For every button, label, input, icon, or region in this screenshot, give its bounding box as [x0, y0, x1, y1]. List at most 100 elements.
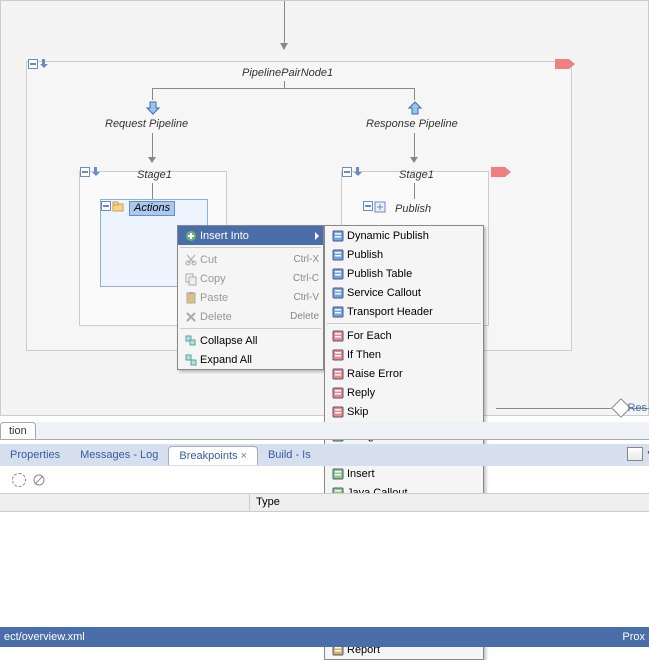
- views-tabbar: Properties Messages - Log Breakpoints× B…: [0, 444, 649, 466]
- transport-header-icon: [329, 305, 347, 319]
- menu-insert-into[interactable]: Insert Into: [178, 226, 323, 245]
- menu-delete[interactable]: Delete Delete: [178, 307, 323, 326]
- publish-label: Publish: [395, 203, 431, 215]
- breakpoints-table-body[interactable]: [0, 512, 649, 627]
- menu-cut[interactable]: Cut Ctrl-X: [178, 250, 323, 269]
- minus-icon: [80, 167, 90, 177]
- status-bar: ect/overview.xml Prox: [0, 627, 649, 647]
- breakpoint-marker-icon[interactable]: [491, 167, 513, 179]
- menu-separator: [180, 247, 321, 248]
- stage-collapse-toggle[interactable]: [342, 167, 363, 177]
- menu-label: Delete: [200, 311, 290, 323]
- menu-copy[interactable]: Copy Ctrl-C: [178, 269, 323, 288]
- menu-accel: Ctrl-C: [293, 273, 319, 284]
- response-arrow-up-icon: [408, 101, 422, 115]
- submenu-dynamic-publish[interactable]: Dynamic Publish: [325, 226, 483, 245]
- submenu-raise-error[interactable]: Raise Error: [325, 364, 483, 383]
- breakpoint-marker-icon[interactable]: [555, 59, 577, 71]
- minus-icon: [342, 167, 352, 177]
- arrow-down-icon: [410, 157, 418, 163]
- menu-separator: [180, 328, 321, 329]
- connector-line: [152, 88, 414, 89]
- reply-icon: [329, 386, 347, 400]
- submenu-label: Skip: [347, 406, 479, 418]
- submenu-service-callout[interactable]: Service Callout: [325, 283, 483, 302]
- status-right: Prox: [622, 631, 645, 643]
- submenu-transport-header[interactable]: Transport Header: [325, 302, 483, 321]
- publish-icon: [329, 248, 347, 262]
- menu-accel: Ctrl-V: [293, 292, 319, 303]
- submenu-label: For Each: [347, 330, 479, 342]
- close-icon[interactable]: ×: [241, 450, 247, 462]
- submenu-for-each[interactable]: For Each: [325, 326, 483, 345]
- reset-link[interactable]: Res: [627, 402, 647, 414]
- service-callout-icon: [329, 286, 347, 300]
- delete-icon: [182, 310, 200, 324]
- submenu-label: Publish: [347, 249, 479, 261]
- submenu-label: Publish Table: [347, 268, 479, 280]
- copy-icon: [182, 272, 200, 286]
- submenu-publish[interactable]: Publish: [325, 245, 483, 264]
- insert-into-icon: [182, 229, 200, 243]
- actions-collapse-toggle[interactable]: [101, 201, 124, 213]
- submenu-label: Dynamic Publish: [347, 230, 479, 242]
- minus-icon: [101, 201, 111, 211]
- actions-label-selected[interactable]: Actions: [129, 201, 175, 216]
- connector-line: [152, 183, 153, 199]
- response-pipeline-label: Response Pipeline: [366, 118, 458, 130]
- connector-line: [284, 81, 285, 88]
- menu-collapse-all[interactable]: Collapse All: [178, 331, 323, 350]
- submenu-skip[interactable]: Skip: [325, 402, 483, 421]
- menu-paste[interactable]: Paste Ctrl-V: [178, 288, 323, 307]
- breakpoints-toolbar: [0, 466, 649, 494]
- expand-all-icon: [182, 353, 200, 367]
- stage-collapse-toggle[interactable]: [80, 167, 101, 177]
- submenu-label: Service Callout: [347, 287, 479, 299]
- publish-table-icon: [329, 267, 347, 281]
- arrow-down-icon: [148, 157, 156, 163]
- paste-icon: [182, 291, 200, 305]
- col-type[interactable]: Type: [250, 494, 649, 511]
- menu-label: Cut: [200, 254, 293, 266]
- arrow-down-icon: [91, 167, 101, 177]
- breakpoints-table-header: Type: [0, 494, 649, 512]
- connector-line: [414, 88, 415, 100]
- col-blank[interactable]: [0, 494, 250, 511]
- submenu-publish-table[interactable]: Publish Table: [325, 264, 483, 283]
- submenu-label: Transport Header: [347, 306, 479, 318]
- publish-icon: [374, 201, 386, 213]
- request-pipeline-label: Request Pipeline: [105, 118, 188, 130]
- status-path: ect/overview.xml: [4, 631, 85, 643]
- tab-messages-log[interactable]: Messages - Log: [70, 446, 168, 464]
- tab-build[interactable]: Build - Is: [258, 446, 321, 464]
- view-menu-button[interactable]: [627, 447, 643, 461]
- cut-icon: [182, 253, 200, 267]
- stage-left-label: Stage1: [137, 169, 172, 181]
- arrow-down-icon: [353, 167, 363, 177]
- submenu-reply[interactable]: Reply: [325, 383, 483, 402]
- menu-accel: Delete: [290, 311, 319, 322]
- connector-line: [152, 88, 153, 100]
- no-breakpoint-icon[interactable]: [12, 473, 26, 487]
- pairnode-collapse-toggle[interactable]: [28, 59, 49, 69]
- connector-line: [414, 183, 415, 199]
- tab-breakpoints[interactable]: Breakpoints×: [168, 446, 258, 465]
- menu-label: Paste: [200, 292, 293, 304]
- stage-right-label: Stage1: [399, 169, 434, 181]
- tab-tion[interactable]: tion: [0, 422, 36, 439]
- submenu-if-then[interactable]: If Then: [325, 345, 483, 364]
- slash-circle-icon[interactable]: [32, 473, 46, 487]
- submenu-label: If Then: [347, 349, 479, 361]
- menu-label: Copy: [200, 273, 293, 285]
- publish-collapse-toggle[interactable]: [363, 201, 386, 213]
- menu-label: Expand All: [200, 354, 319, 366]
- skip-icon: [329, 405, 347, 419]
- editor-subtabs: tion: [0, 422, 649, 440]
- menu-accel: Ctrl-X: [293, 254, 319, 265]
- slider-track: [496, 408, 611, 409]
- minus-icon: [363, 201, 373, 211]
- menu-expand-all[interactable]: Expand All: [178, 350, 323, 369]
- folder-icon: [112, 201, 124, 213]
- for-each-icon: [329, 329, 347, 343]
- tab-properties[interactable]: Properties: [0, 446, 70, 464]
